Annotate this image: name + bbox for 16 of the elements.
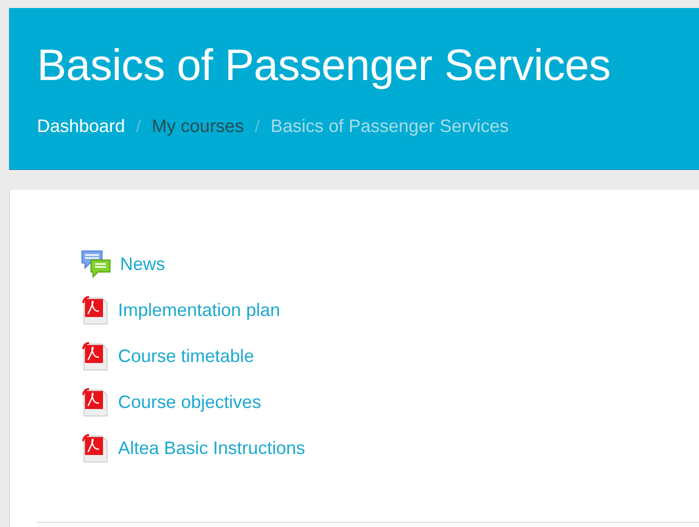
page-title: Basics of Passenger Services (37, 40, 612, 92)
activity-link[interactable]: Course timetable (118, 346, 254, 366)
activity-link[interactable]: Implementation plan (118, 300, 280, 320)
breadcrumb-link[interactable]: Basics of Passenger Services (270, 116, 509, 137)
breadcrumb-link[interactable]: Dashboard (37, 116, 126, 137)
breadcrumb-link[interactable]: My courses (152, 116, 244, 137)
breadcrumb-separator: / (254, 116, 260, 136)
activity-link[interactable]: Altea Basic Instructions (118, 438, 306, 458)
activity-link[interactable]: News (120, 254, 166, 274)
breadcrumb-separator: / (136, 116, 141, 136)
chat-bubbles-icon (80, 249, 112, 279)
activity-link[interactable]: Course objectives (118, 392, 262, 412)
pdf-file-icon (80, 341, 110, 371)
pdf-file-icon (80, 433, 110, 463)
pdf-file-icon (80, 387, 110, 417)
pdf-file-icon (80, 295, 110, 325)
